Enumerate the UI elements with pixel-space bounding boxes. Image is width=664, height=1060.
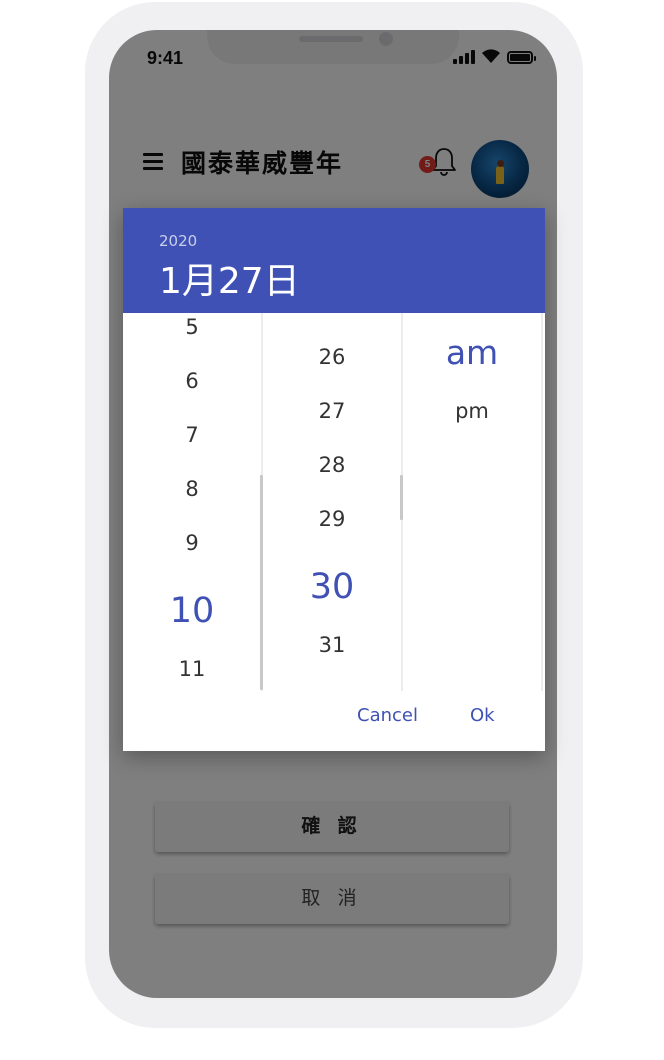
minute-option[interactable]: 25 — [263, 313, 401, 315]
date-picker-header: 2020 1月27日 — [123, 208, 545, 313]
selected-year[interactable]: 2020 — [159, 232, 197, 250]
hour-option-selected[interactable]: 10 — [123, 591, 261, 631]
time-wheels: 5 6 7 8 9 10 11 25 26 27 28 29 30 31 am … — [123, 313, 545, 691]
hour-option[interactable]: 6 — [123, 369, 261, 393]
minute-option-selected[interactable]: 30 — [263, 567, 401, 607]
column-divider — [541, 313, 543, 691]
ampm-option[interactable]: pm — [403, 399, 541, 423]
dialog-cancel-button[interactable]: Cancel — [357, 705, 418, 726]
dialog-ok-button[interactable]: Ok — [470, 705, 495, 726]
hour-option[interactable]: 8 — [123, 477, 261, 501]
dialog-actions: Cancel Ok — [123, 691, 545, 751]
minute-option[interactable]: 26 — [263, 345, 401, 369]
selected-date[interactable]: 1月27日 — [159, 252, 300, 304]
minute-option[interactable]: 27 — [263, 399, 401, 423]
minute-option[interactable]: 31 — [263, 633, 401, 657]
minute-option[interactable]: 29 — [263, 507, 401, 531]
hour-option[interactable]: 9 — [123, 531, 261, 555]
hour-option[interactable]: 11 — [123, 657, 261, 681]
minute-scrollbar[interactable] — [400, 475, 403, 520]
hour-option[interactable]: 7 — [123, 423, 261, 447]
ampm-option-selected[interactable]: am — [403, 333, 541, 372]
date-picker-dialog: 2020 1月27日 5 6 7 8 9 10 11 25 26 27 28 2… — [123, 208, 545, 751]
minute-option[interactable]: 28 — [263, 453, 401, 477]
hour-option[interactable]: 5 — [123, 315, 261, 339]
